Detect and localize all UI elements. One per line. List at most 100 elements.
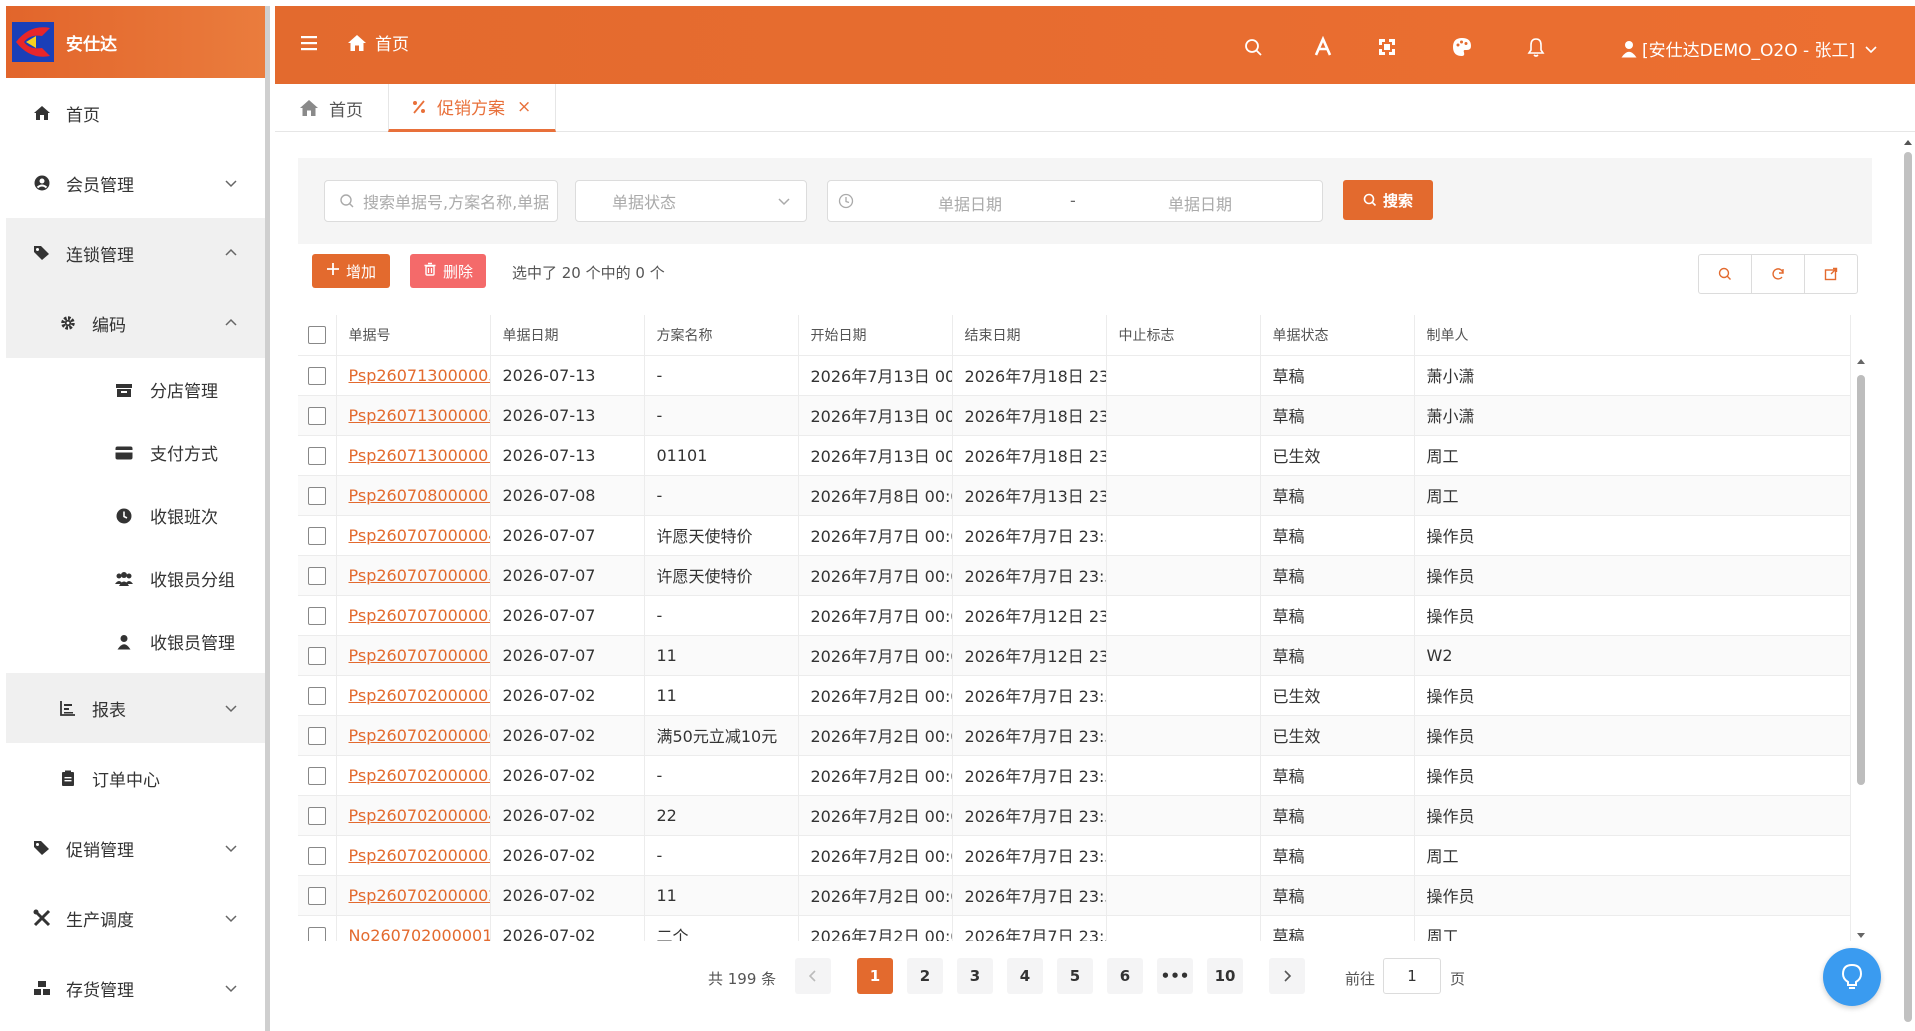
- column-header[interactable]: 单据号: [336, 315, 491, 356]
- row-checkbox[interactable]: [307, 486, 326, 505]
- row-checkbox[interactable]: [307, 446, 326, 465]
- row-checkbox-cell[interactable]: [298, 435, 337, 476]
- close-tab-icon[interactable]: ×: [517, 97, 531, 117]
- help-fab-button[interactable]: [1823, 948, 1881, 1006]
- row-checkbox-cell[interactable]: [298, 555, 337, 596]
- row-checkbox-cell[interactable]: [298, 675, 337, 716]
- row-checkbox-cell[interactable]: [298, 515, 337, 556]
- document-number-link[interactable]: Psp260713000002: [349, 406, 490, 425]
- document-number-link[interactable]: Psp260707000004: [349, 526, 490, 545]
- document-number-link[interactable]: No260702000001: [349, 926, 490, 942]
- row-checkbox[interactable]: [307, 766, 326, 785]
- row-checkbox[interactable]: [307, 646, 326, 665]
- document-number-link[interactable]: Psp260707000002: [349, 606, 490, 625]
- next-page-button[interactable]: [1269, 958, 1305, 994]
- table-row[interactable]: Psp260702000007 2026-07-02 11 2026年7月2日 00:…: [298, 675, 1851, 716]
- select-all-checkbox[interactable]: [298, 315, 337, 356]
- page-button[interactable]: 1: [857, 958, 893, 994]
- search-button[interactable]: 搜索: [1343, 180, 1433, 220]
- sidebar-item-shift[interactable]: 收银班次: [6, 484, 265, 547]
- export-icon[interactable]: [1805, 255, 1857, 293]
- sidebar-item-chain[interactable]: 连锁管理: [6, 218, 265, 288]
- tab-promotion-plan[interactable]: 促销方案 ×: [388, 84, 556, 132]
- table-row[interactable]: Psp2607130000022026-07-13-2026年7月13日 00:…: [298, 395, 1851, 436]
- row-checkbox[interactable]: [307, 566, 326, 585]
- row-checkbox[interactable]: [307, 846, 326, 865]
- palette-icon[interactable]: [1451, 36, 1473, 58]
- column-header[interactable]: 方案名称: [644, 315, 799, 356]
- table-row[interactable]: Psp260707000003 2026-07-07 许愿天使特价 2026年7月7日…: [298, 555, 1851, 596]
- date-range-picker[interactable]: 单据日期 - 单据日期: [827, 180, 1323, 222]
- scroll-up-icon[interactable]: [1856, 357, 1866, 365]
- scrollbar-thumb[interactable]: [1904, 152, 1912, 1022]
- row-checkbox-cell[interactable]: [298, 795, 337, 836]
- column-header[interactable]: 单据日期: [490, 315, 645, 356]
- sidebar-item-promotion[interactable]: 促销管理: [6, 813, 265, 883]
- keyword-search-input[interactable]: 搜索单据号,方案名称,单据: [324, 180, 558, 222]
- document-number-link[interactable]: Psp260702000005: [349, 766, 490, 785]
- row-checkbox[interactable]: [307, 366, 326, 385]
- sidebar-item-report[interactable]: 报表: [6, 673, 265, 743]
- scroll-down-icon[interactable]: [1856, 932, 1866, 940]
- document-number-link[interactable]: Psp260708000001: [349, 486, 490, 505]
- search-toggle-icon[interactable]: [1699, 255, 1752, 293]
- page-button[interactable]: 2: [907, 958, 943, 994]
- table-row[interactable]: Psp2607080000012026-07-08-2026年7月8日 00:0…: [298, 475, 1851, 516]
- table-row[interactable]: Psp2607070000022026-07-07-2026年7月7日 00:0…: [298, 595, 1851, 636]
- sidebar-item-store[interactable]: 分店管理: [6, 358, 265, 421]
- document-number-link[interactable]: Psp260702000007: [349, 686, 490, 705]
- search-icon[interactable]: [1242, 36, 1264, 58]
- column-header[interactable]: 中止标志: [1106, 315, 1261, 356]
- row-checkbox-cell[interactable]: [298, 915, 337, 941]
- row-checkbox[interactable]: [307, 686, 326, 705]
- column-header[interactable]: 开始日期: [798, 315, 953, 356]
- table-row[interactable]: Psp260702000002 2026-07-02 11 2026年7月2日 00:…: [298, 875, 1851, 916]
- font-size-icon[interactable]: [1312, 35, 1334, 58]
- sidebar-item-inventory[interactable]: 存货管理: [6, 953, 265, 1023]
- topbar-home-link[interactable]: 首页: [347, 30, 409, 55]
- table-scrollbar[interactable]: [1856, 355, 1866, 940]
- row-checkbox-cell[interactable]: [298, 875, 337, 916]
- sidebar-item-cashier[interactable]: 收银员管理: [6, 610, 265, 673]
- page-button[interactable]: 4: [1007, 958, 1043, 994]
- document-number-link[interactable]: Psp260702000006: [349, 726, 490, 745]
- document-number-link[interactable]: Psp260707000003: [349, 566, 490, 585]
- brand-header[interactable]: 安仕达: [6, 6, 265, 78]
- page-button[interactable]: 3: [957, 958, 993, 994]
- row-checkbox[interactable]: [307, 406, 326, 425]
- sidebar-item-orders[interactable]: 订单中心: [6, 743, 265, 813]
- scrollbar-thumb[interactable]: [1857, 375, 1865, 785]
- row-checkbox[interactable]: [307, 926, 326, 941]
- page-button[interactable]: 10: [1207, 958, 1243, 994]
- prev-page-button[interactable]: [795, 958, 831, 994]
- refresh-icon[interactable]: [1752, 255, 1805, 293]
- row-checkbox[interactable]: [307, 886, 326, 905]
- page-button[interactable]: 6: [1107, 958, 1143, 994]
- row-checkbox[interactable]: [307, 526, 326, 545]
- status-select[interactable]: 单据状态: [575, 180, 807, 222]
- table-row[interactable]: Psp260707000004 2026-07-07 许愿天使特价 2026年7月7日…: [298, 515, 1851, 556]
- table-row[interactable]: Psp260707000001 2026-07-07 11 2026年7月7日 00:…: [298, 635, 1851, 676]
- table-row[interactable]: Psp2607020000032026-07-02-2026年7月2日 00:0…: [298, 835, 1851, 876]
- row-checkbox-cell[interactable]: [298, 835, 337, 876]
- sidebar-item-production[interactable]: 生产调度: [6, 883, 265, 953]
- user-menu[interactable]: [安仕达DEMO_O2O - 张工]: [1620, 36, 1879, 61]
- sidebar-item-home[interactable]: 首页: [6, 78, 265, 148]
- fullscreen-icon[interactable]: [1376, 36, 1398, 58]
- document-number-link[interactable]: Psp260702000002: [349, 886, 490, 905]
- add-button[interactable]: 增加: [312, 254, 390, 288]
- row-checkbox-cell[interactable]: [298, 755, 337, 796]
- row-checkbox[interactable]: [307, 606, 326, 625]
- sidebar-item-payment[interactable]: 支付方式: [6, 421, 265, 484]
- table-row[interactable]: Psp260702000004 2026-07-02 22 2026年7月2日 00:…: [298, 795, 1851, 836]
- document-number-link[interactable]: Psp260702000004: [349, 806, 490, 825]
- row-checkbox-cell[interactable]: [298, 355, 337, 396]
- scroll-up-icon[interactable]: [1903, 138, 1913, 146]
- hamburger-menu-icon[interactable]: [299, 34, 319, 52]
- table-row[interactable]: Psp2607130000032026-07-13-2026年7月13日 00:…: [298, 355, 1851, 396]
- checkbox[interactable]: [307, 325, 326, 344]
- document-number-link[interactable]: Psp260702000003: [349, 846, 490, 865]
- tab-home[interactable]: 首页: [299, 84, 363, 132]
- table-row[interactable]: Psp2607020000052026-07-02-2026年7月2日 00:0…: [298, 755, 1851, 796]
- row-checkbox-cell[interactable]: [298, 595, 337, 636]
